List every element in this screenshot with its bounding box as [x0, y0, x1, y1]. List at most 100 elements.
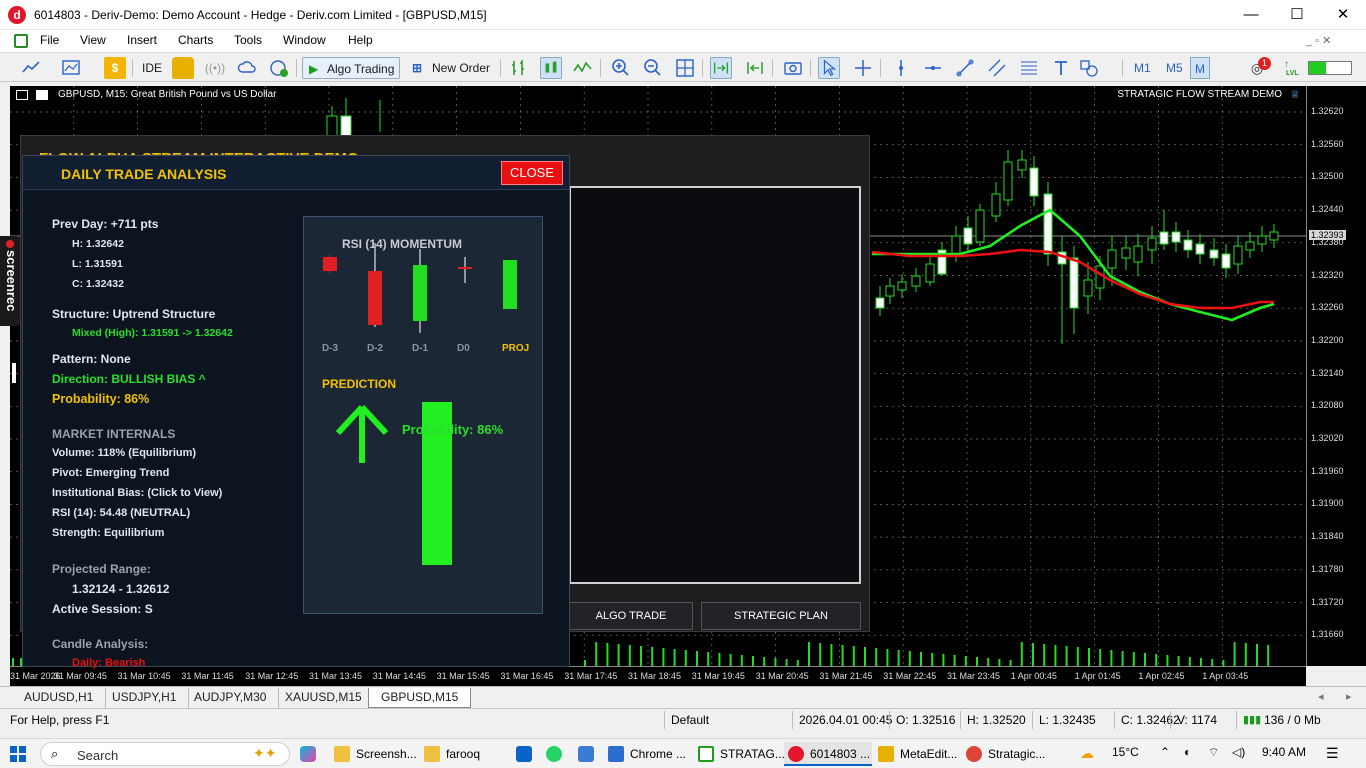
timeframe-m-button[interactable]: M [1190, 57, 1210, 79]
channel-icon[interactable] [986, 57, 1008, 79]
volume-bar [875, 648, 878, 666]
candle-body [1195, 243, 1205, 255]
screenshot-icon[interactable] [782, 57, 804, 79]
vps-globe-icon[interactable] [268, 57, 290, 79]
algo-trading-button[interactable]: ▶ Algo Trading [302, 57, 400, 79]
chart-shift-icon[interactable] [744, 57, 766, 79]
menu-file[interactable]: File [40, 33, 59, 47]
chart-type-icon[interactable] [20, 57, 42, 79]
weather-temp[interactable]: 15°C [1112, 745, 1139, 759]
volume-bar [662, 648, 665, 666]
candlestick-icon[interactable] [540, 57, 562, 79]
candle-body [1003, 161, 1013, 201]
price-tick: 1.32020 [1311, 433, 1344, 443]
minimize-button[interactable]: — [1228, 0, 1274, 30]
chart-window-icon[interactable] [60, 57, 82, 79]
close-window-button[interactable]: ✕ [1320, 0, 1366, 30]
tray-wifi-icon[interactable]: ⌔ [1208, 745, 1219, 760]
text-icon[interactable] [1050, 57, 1072, 79]
windows-start-icon[interactable] [10, 746, 26, 762]
tray-chevron-icon[interactable]: ⌃ [1160, 745, 1170, 759]
status-open: O: 1.32516 [896, 713, 956, 727]
crosshair-icon[interactable] [852, 57, 874, 79]
line-chart-icon[interactable] [572, 57, 594, 79]
toolbar: $ IDE ((•)) ▶ Algo Trading ⊞ New Order M… [0, 52, 1366, 82]
time-tick: 1 Apr 02:45 [1138, 671, 1185, 681]
dollar-icon[interactable]: $ [104, 57, 126, 79]
app-icon[interactable] [578, 746, 594, 762]
close-dialog-button[interactable]: CLOSE [501, 161, 563, 185]
status-high: H: 1.32520 [967, 713, 1026, 727]
menu-view[interactable]: View [80, 33, 106, 47]
screenrec-overlay[interactable]: screenrec [0, 236, 22, 326]
taskbar-app-farooq[interactable]: farooq [420, 742, 506, 766]
tab-scroll-left-icon[interactable]: ◂ [1318, 690, 1324, 703]
tile-windows-icon[interactable] [674, 57, 696, 79]
taskbar-search[interactable]: ⌕ Search ✦✦ [40, 742, 290, 766]
horizontal-line-icon[interactable] [922, 57, 944, 79]
taskbar-app-stratagic[interactable]: STRATAG... [694, 742, 785, 766]
tab-usdjpy-h1[interactable]: USDJPY,H1 [100, 688, 190, 708]
time-tick: 31 Mar 09:45 [53, 671, 107, 681]
menu-insert[interactable]: Insert [127, 33, 157, 47]
taskbar-app-chrome[interactable]: Chrome ... [604, 742, 692, 766]
menu-tools[interactable]: Tools [234, 33, 262, 47]
trendline-icon[interactable] [954, 57, 976, 79]
cloud-icon[interactable] [236, 57, 258, 79]
candle-body [1017, 159, 1027, 171]
taskbar-app-screenshots[interactable]: Screensh... [330, 742, 417, 766]
tray-volume-icon[interactable]: ◁) [1232, 745, 1245, 759]
timeframe-m5-button[interactable]: M5 [1162, 57, 1187, 79]
chart-menu-icon[interactable] [16, 90, 28, 100]
algo-trade-button[interactable]: ALGO TRADE [569, 602, 693, 630]
zoom-in-icon[interactable] [610, 57, 632, 79]
volume-bar [640, 646, 642, 666]
candle-body [875, 297, 885, 309]
vertical-line-icon[interactable] [890, 57, 912, 79]
mdi-controls-icon[interactable]: _ ▫ ✕ [1306, 34, 1331, 47]
notification-center-icon[interactable]: ☰ [1326, 745, 1339, 762]
tab-audjpy-m30[interactable]: AUDJPY,M30 [182, 688, 280, 708]
cursor-icon[interactable] [818, 57, 840, 79]
maximize-button[interactable]: ☐ [1274, 0, 1320, 30]
projected-range-text: 1.32124 - 1.32612 [72, 582, 170, 596]
strategic-plan-button[interactable]: STRATEGIC PLAN [701, 602, 861, 630]
time-tick: 31 Mar 17:45 [564, 671, 618, 681]
prediction-probability-text: Probability: 86% [402, 422, 504, 437]
tab-scroll-right-icon[interactable]: ▸ [1346, 690, 1352, 703]
active-session-text: Active Session: S [52, 602, 153, 616]
tab-audusd-h1[interactable]: AUDUSD,H1 [12, 688, 107, 708]
menu-window[interactable]: Window [283, 33, 326, 47]
market-bag-icon[interactable] [172, 57, 194, 79]
expert-hat-icon[interactable]: ♕ [1290, 88, 1300, 101]
status-profile[interactable]: Default [671, 713, 709, 727]
zoom-out-icon[interactable] [642, 57, 664, 79]
timeframe-m1-button[interactable]: M1 [1130, 57, 1155, 79]
candle-d2 [368, 271, 382, 325]
signals-icon[interactable]: ((•)) [204, 57, 226, 79]
taskbar-app-metaeditor[interactable]: MetaEdit... [874, 742, 962, 766]
taskbar-clock[interactable]: 9:40 AM [1262, 745, 1306, 759]
outlook-icon[interactable] [516, 746, 532, 762]
tab-xauusd-m15[interactable]: XAUUSD,M15 [273, 688, 375, 708]
whatsapp-icon[interactable] [546, 746, 562, 762]
candle-body [1233, 245, 1243, 265]
tray-network-icon[interactable]: ◐ [1184, 745, 1191, 759]
taskbar-app-chrome-stratagic[interactable]: Stratagic... [962, 742, 1058, 766]
new-order-button[interactable]: ⊞ New Order [408, 57, 494, 79]
copilot-icon[interactable] [300, 746, 316, 762]
menu-charts[interactable]: Charts [178, 33, 213, 47]
price-tick: 1.31960 [1311, 465, 1344, 476]
candle-body [897, 281, 907, 291]
tab-gbpusd-m15[interactable]: GBPUSD,M15 [368, 688, 472, 708]
institutional-bias-link[interactable]: Institutional Bias: (Click to View) [52, 487, 222, 499]
auto-scroll-icon[interactable] [710, 57, 732, 79]
ide-button[interactable]: IDE [138, 57, 166, 79]
fibonacci-icon[interactable] [1018, 57, 1040, 79]
menu-help[interactable]: Help [348, 33, 373, 47]
bar-chart-icon[interactable] [508, 57, 530, 79]
taskbar-app-deriv[interactable]: 6014803 ... [784, 742, 872, 766]
title-bar: d 6014803 - Deriv-Demo: Demo Account - H… [0, 0, 1366, 30]
signal-level-label: LVL [1286, 70, 1299, 77]
shapes-icon[interactable] [1078, 57, 1100, 79]
